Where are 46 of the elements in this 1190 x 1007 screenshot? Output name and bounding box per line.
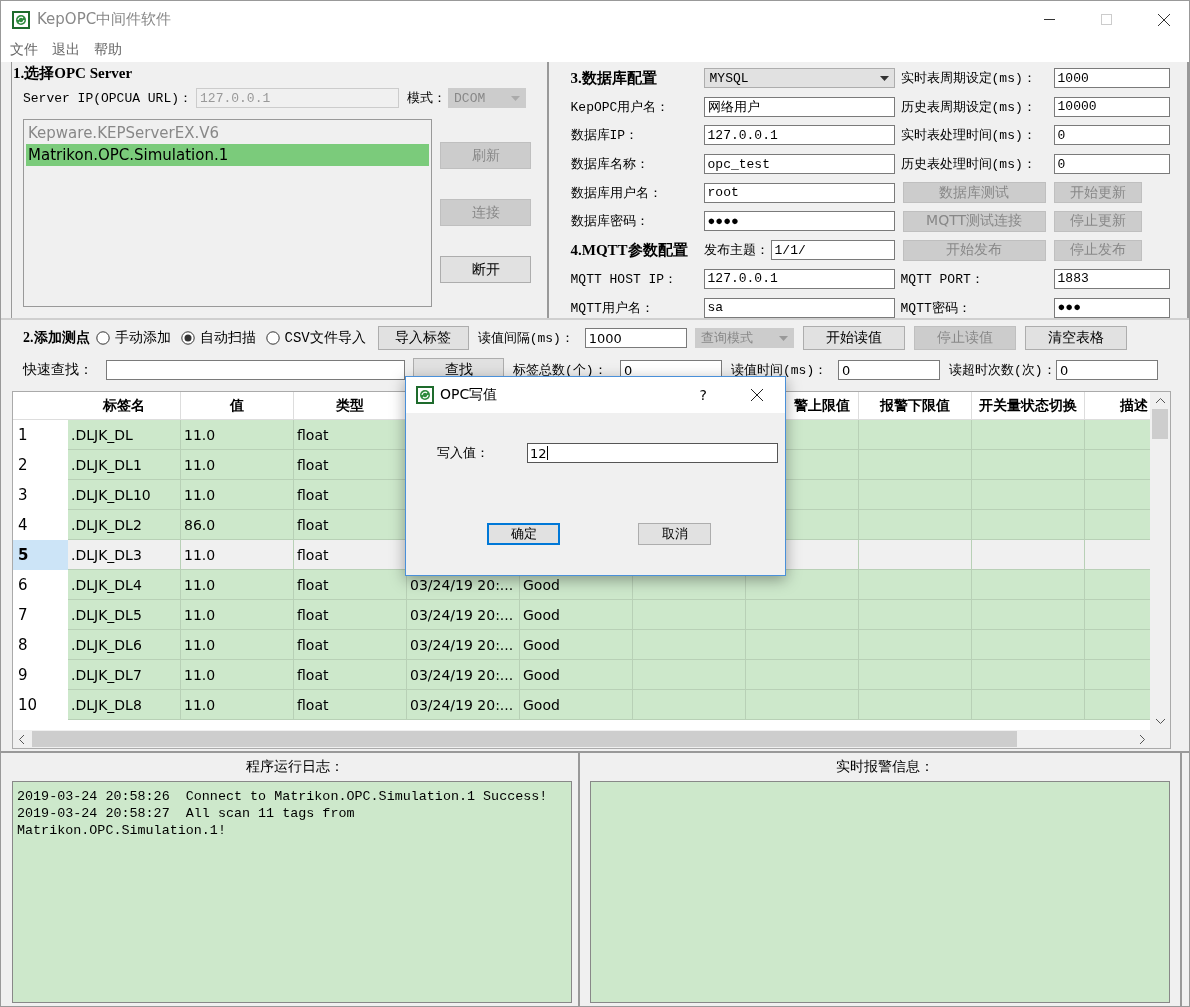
field-label: KepOPC用户名： — [570, 99, 670, 115]
field-label: 读值间隔(ms)： — [477, 330, 575, 347]
row-number: 5 — [13, 540, 68, 570]
table-cell: .DLJK_DL8 — [68, 690, 181, 720]
field-label: 数据库用户名： — [570, 185, 662, 201]
field-label: MQTT HOST IP： — [570, 271, 678, 287]
row-number: 8 — [13, 630, 68, 660]
row-number: 10 — [13, 690, 68, 720]
table-cell: float — [294, 690, 407, 720]
field-label: 写入值： — [437, 444, 490, 462]
table-cell: Good — [520, 690, 633, 720]
dialog-title: OPC写值 — [440, 386, 498, 404]
section-heading: 4.MQTT参数配置 — [570, 240, 689, 260]
table-cell: 03/24/19 20:... — [407, 690, 520, 720]
row-number: 2 — [13, 450, 68, 480]
log-line: 2019-03-24 20:58:27 All scan 11 tags from Matrikon.OPC.Simulation.1! — [17, 805, 356, 839]
panel-title: 实时报警信息： — [836, 758, 934, 776]
field-label: MQTT密码： — [900, 300, 971, 316]
table-cell: 11.0 — [181, 690, 294, 720]
log-line: 2019-03-24 20:58:26 Connect to Matrikon.OPC.Simulation.1 Success! — [17, 788, 549, 805]
field-label: 读值时间(ms)： — [731, 362, 829, 379]
row-number: 3 — [13, 480, 68, 510]
field-label: MQTT PORT： — [900, 271, 984, 287]
field-label: 历史表周期设定(ms)： — [900, 99, 1036, 115]
field-label: 历史表处理时间(ms)： — [900, 157, 1036, 173]
field-label: 数据库密码： — [570, 214, 649, 230]
panel-title: 程序运行日志： — [246, 758, 344, 776]
section-heading: 2.添加测点 — [23, 329, 90, 347]
section-heading: 3.数据库配置 — [570, 68, 658, 88]
row-number: 7 — [13, 600, 68, 630]
field-label: 读超时次数(次)： — [949, 362, 1052, 379]
window-title: KepOPC中间件软件 — [37, 10, 172, 29]
field-label: 数据库名称： — [570, 157, 649, 173]
field-label: MQTT用户名： — [570, 300, 654, 316]
field-label: 数据库IP： — [570, 128, 639, 144]
field-label: Server IP(OPCUA URL)： — [23, 90, 193, 107]
section-heading: 1.选择OPC Server — [13, 64, 134, 83]
row-number: 4 — [13, 510, 68, 540]
row-number: 6 — [13, 570, 68, 600]
field-label: 发布主题： — [703, 242, 769, 260]
row-number: 1 — [13, 420, 68, 450]
field-label: 模式： — [407, 89, 447, 107]
field-label: 实时表周期设定(ms)： — [900, 71, 1036, 86]
row-number: 9 — [13, 660, 68, 690]
field-label: 快速查找： — [23, 361, 94, 379]
field-label: 实时表处理时间(ms)： — [900, 128, 1036, 144]
